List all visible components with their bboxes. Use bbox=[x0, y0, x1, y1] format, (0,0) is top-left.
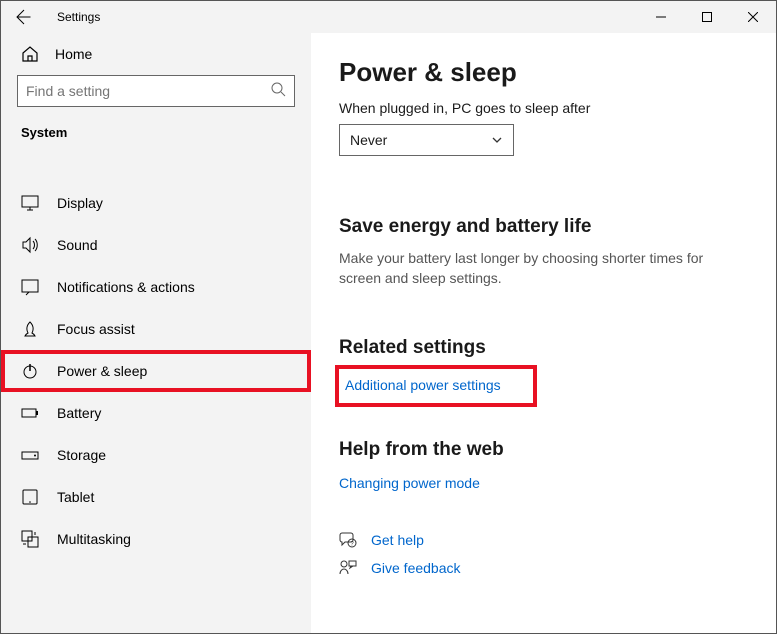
sidebar-item-battery[interactable]: Battery bbox=[1, 392, 311, 434]
titlebar: Settings bbox=[1, 1, 776, 33]
sidebar-item-tablet[interactable]: Tablet bbox=[1, 476, 311, 518]
changing-power-mode-link[interactable]: Changing power mode bbox=[339, 475, 736, 491]
plugged-label: When plugged in, PC goes to sleep after bbox=[339, 100, 736, 116]
focus-assist-icon bbox=[21, 320, 39, 338]
content-pane: Power & sleep When plugged in, PC goes t… bbox=[311, 33, 776, 633]
energy-title: Save energy and battery life bbox=[339, 216, 736, 238]
related-title: Related settings bbox=[339, 337, 736, 359]
maximize-icon bbox=[702, 12, 712, 22]
sidebar-item-label: Power & sleep bbox=[57, 363, 147, 379]
get-help-link[interactable]: Get help bbox=[371, 532, 424, 548]
sidebar-item-sound[interactable]: Sound bbox=[1, 224, 311, 266]
sidebar-item-label: Focus assist bbox=[57, 321, 135, 337]
dropdown-value: Never bbox=[350, 132, 387, 148]
give-feedback-row[interactable]: Give feedback bbox=[339, 559, 736, 577]
multitasking-icon bbox=[21, 530, 39, 548]
sleep-dropdown[interactable]: Never bbox=[339, 124, 514, 156]
window-title: Settings bbox=[47, 10, 100, 24]
sidebar-item-display[interactable]: Display bbox=[1, 182, 311, 224]
additional-power-link[interactable]: Additional power settings bbox=[345, 377, 501, 393]
sidebar-item-label: Tablet bbox=[57, 489, 94, 505]
power-icon bbox=[21, 362, 39, 380]
home-nav[interactable]: Home bbox=[1, 33, 311, 75]
display-icon bbox=[21, 194, 39, 212]
close-icon bbox=[748, 12, 758, 22]
search-input[interactable] bbox=[26, 83, 270, 99]
feedback-icon bbox=[339, 559, 357, 577]
sidebar-item-label: Sound bbox=[57, 237, 97, 253]
battery-icon bbox=[21, 404, 39, 422]
category-label: System bbox=[1, 125, 311, 152]
minimize-icon bbox=[656, 12, 666, 22]
back-button[interactable] bbox=[1, 1, 47, 33]
energy-text: Make your battery last longer by choosin… bbox=[339, 248, 719, 289]
sidebar-item-label: Multitasking bbox=[57, 531, 131, 547]
search-box[interactable] bbox=[17, 75, 295, 107]
page-title: Power & sleep bbox=[339, 57, 736, 88]
home-label: Home bbox=[55, 46, 92, 62]
chat-bubble-icon: ? bbox=[339, 531, 357, 549]
sidebar-item-multitasking[interactable]: Multitasking bbox=[1, 518, 311, 560]
close-button[interactable] bbox=[730, 1, 776, 33]
notifications-icon bbox=[21, 278, 39, 296]
sidebar-item-label: Notifications & actions bbox=[57, 279, 195, 295]
get-help-row[interactable]: ? Get help bbox=[339, 531, 736, 549]
sound-icon bbox=[21, 236, 39, 254]
sidebar-item-label: Display bbox=[57, 195, 103, 211]
chevron-down-icon bbox=[491, 134, 503, 146]
tablet-icon bbox=[21, 488, 39, 506]
additional-power-highlight: Additional power settings bbox=[339, 369, 533, 403]
help-web-title: Help from the web bbox=[339, 439, 736, 461]
sidebar: Home System Display Sound bbox=[1, 33, 311, 633]
maximize-button[interactable] bbox=[684, 1, 730, 33]
search-icon bbox=[270, 81, 286, 102]
home-icon bbox=[21, 45, 39, 63]
sidebar-item-notifications[interactable]: Notifications & actions bbox=[1, 266, 311, 308]
arrow-left-icon bbox=[16, 9, 32, 25]
sidebar-item-label: Battery bbox=[57, 405, 101, 421]
sidebar-item-storage[interactable]: Storage bbox=[1, 434, 311, 476]
sidebar-item-label: Storage bbox=[57, 447, 106, 463]
storage-icon bbox=[21, 446, 39, 464]
give-feedback-link[interactable]: Give feedback bbox=[371, 560, 461, 576]
sidebar-item-power-sleep[interactable]: Power & sleep bbox=[1, 350, 311, 392]
minimize-button[interactable] bbox=[638, 1, 684, 33]
sidebar-item-focus-assist[interactable]: Focus assist bbox=[1, 308, 311, 350]
